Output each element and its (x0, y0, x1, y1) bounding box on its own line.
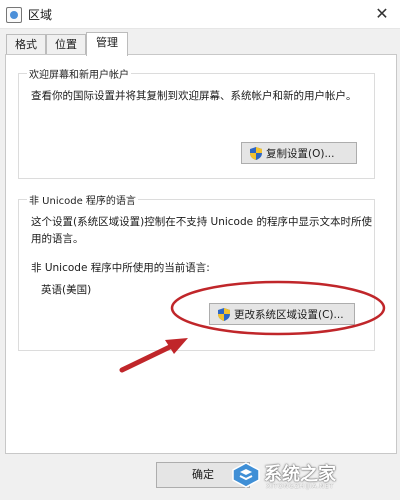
non-unicode-group: 非 Unicode 程序的语言 这个设置(系统区域设置)控制在不支持 Unico… (18, 192, 375, 351)
current-language-label: 非 Unicode 程序中所使用的当前语言: (31, 262, 210, 274)
tab-format[interactable]: 格式 (6, 34, 46, 55)
tab-administrative[interactable]: 管理 (86, 32, 128, 56)
tab-panel-administrative: 欢迎屏幕和新用户帐户 查看你的国际设置并将其复制到欢迎屏幕、系统帐户和新的用户帐… (5, 54, 397, 454)
tab-location[interactable]: 位置 (46, 34, 86, 55)
welcome-group-title: 欢迎屏幕和新用户帐户 (27, 66, 131, 81)
watermark: 系统之家 XITONGZHIJIA.NET (232, 454, 392, 494)
welcome-group-description: 查看你的国际设置并将其复制到欢迎屏幕、系统帐户和新的用户帐户。 (31, 90, 357, 102)
uac-shield-icon (250, 147, 262, 160)
current-language-value: 英语(美国) (41, 284, 92, 296)
change-system-locale-label: 更改系统区域设置(C)... (234, 309, 344, 321)
close-icon[interactable]: ✕ (370, 2, 394, 26)
non-unicode-group-title: 非 Unicode 程序的语言 (27, 192, 138, 207)
change-system-locale-button[interactable]: 更改系统区域设置(C)... (209, 303, 355, 325)
app-icon (6, 7, 22, 23)
copy-settings-label: 复制设置(O)... (266, 148, 335, 160)
non-unicode-description-line2: 用的语言。 (31, 233, 84, 245)
watermark-logo-icon (232, 462, 260, 488)
watermark-url: XITONGZHIJIA.NET (266, 482, 334, 490)
dialog-footer: 确定 系统之家 XITONGZHIJIA.NET (0, 452, 400, 500)
region-dialog: 区域 ✕ 格式 位置 管理 欢迎屏幕和新用户帐户 查看你的国际设置并将其复制到欢… (0, 0, 400, 500)
non-unicode-description-line1: 这个设置(系统区域设置)控制在不支持 Unicode 的程序中显示文本时所使 (31, 216, 372, 228)
uac-shield-icon (218, 308, 230, 321)
window-title: 区域 (28, 8, 53, 22)
copy-settings-button[interactable]: 复制设置(O)... (241, 142, 357, 164)
title-bar: 区域 ✕ (0, 0, 400, 29)
welcome-screen-group: 欢迎屏幕和新用户帐户 查看你的国际设置并将其复制到欢迎屏幕、系统帐户和新的用户帐… (18, 66, 375, 179)
